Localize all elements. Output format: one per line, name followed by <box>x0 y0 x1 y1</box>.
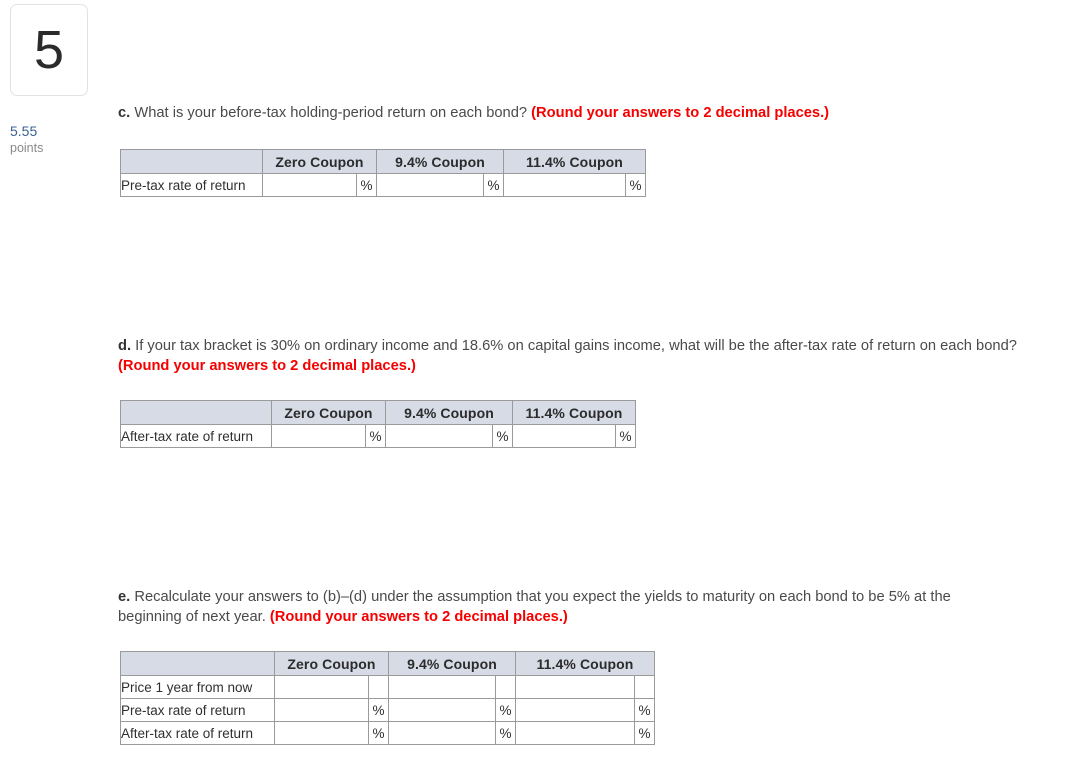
part-d-table: Zero Coupon 9.4% Coupon 11.4% Coupon Aft… <box>120 400 636 448</box>
part-d-table-wrap: Zero Coupon 9.4% Coupon 11.4% Coupon Aft… <box>120 400 636 448</box>
column-header-11-4-coupon: 11.4% Coupon <box>515 651 655 676</box>
table-row: Price 1 year from now <box>120 675 655 699</box>
part-e-round-note: (Round your answers to 2 decimal places.… <box>269 608 568 625</box>
percent-suffix-11-4-coupon: % <box>634 721 655 745</box>
row-label-after-tax-rate-of-return: After-tax rate of return <box>120 721 275 745</box>
part-d-round-note: (Round your answers to 2 decimal places.… <box>118 357 416 374</box>
input-cell-zero-coupon[interactable] <box>262 173 357 197</box>
part-c-letter: c. <box>118 105 131 121</box>
table-row: After-tax rate of return % % % <box>120 424 636 448</box>
column-header-11-4-coupon: 11.4% Coupon <box>503 149 646 174</box>
column-header-9-4-coupon: 9.4% Coupon <box>376 149 504 174</box>
input-cell-11-4-coupon[interactable] <box>515 675 635 699</box>
column-header-zero-coupon: Zero Coupon <box>271 400 386 425</box>
part-e-prompt: e. Recalculate your answers to (b)–(d) u… <box>118 588 1018 627</box>
column-header-11-4-coupon: 11.4% Coupon <box>512 400 636 425</box>
percent-suffix-zero-coupon: % <box>368 721 389 745</box>
suffix-cell-zero-coupon <box>368 675 389 699</box>
column-header-zero-coupon: Zero Coupon <box>262 149 377 174</box>
table-row: After-tax rate of return % % % <box>120 721 655 745</box>
input-cell-zero-coupon[interactable] <box>271 424 366 448</box>
table-header-row: Zero Coupon 9.4% Coupon 11.4% Coupon <box>120 149 646 174</box>
part-c: c. What is your before-tax holding-perio… <box>118 104 1038 124</box>
table-corner-header <box>120 651 275 676</box>
part-d-text: If your tax bracket is 30% on ordinary i… <box>135 338 1017 354</box>
input-cell-11-4-coupon[interactable] <box>515 698 635 722</box>
percent-suffix-zero-coupon: % <box>365 424 386 448</box>
part-c-round-note: (Round your answers to 2 decimal places.… <box>531 105 830 121</box>
input-cell-zero-coupon[interactable] <box>274 675 369 699</box>
row-label-price-1-year-from-now: Price 1 year from now <box>120 675 275 699</box>
part-d-prompt: d. If your tax bracket is 30% on ordinar… <box>118 337 1030 376</box>
part-e-letter: e. <box>118 589 131 605</box>
table-row: Pre-tax rate of return % % % <box>120 173 646 197</box>
percent-suffix-zero-coupon: % <box>368 698 389 722</box>
part-c-prompt: c. What is your before-tax holding-perio… <box>118 104 1038 124</box>
input-cell-9-4-coupon[interactable] <box>388 675 496 699</box>
input-cell-11-4-coupon[interactable] <box>503 173 626 197</box>
input-cell-9-4-coupon[interactable] <box>376 173 484 197</box>
part-c-text: What is your before-tax holding-period r… <box>134 105 528 121</box>
part-d-letter: d. <box>118 338 132 354</box>
input-cell-11-4-coupon[interactable] <box>515 721 635 745</box>
row-label-pre-tax-rate-of-return: Pre-tax rate of return <box>120 173 263 197</box>
suffix-cell-11-4-coupon <box>634 675 655 699</box>
percent-suffix-11-4-coupon: % <box>634 698 655 722</box>
part-e-table-wrap: Zero Coupon 9.4% Coupon 11.4% Coupon Pri… <box>120 651 655 745</box>
table-header-row: Zero Coupon 9.4% Coupon 11.4% Coupon <box>120 651 655 676</box>
row-label-after-tax-rate-of-return: After-tax rate of return <box>120 424 272 448</box>
table-corner-header <box>120 149 263 174</box>
percent-suffix-11-4-coupon: % <box>615 424 636 448</box>
percent-suffix-9-4-coupon: % <box>492 424 513 448</box>
input-cell-zero-coupon[interactable] <box>274 721 369 745</box>
column-header-9-4-coupon: 9.4% Coupon <box>388 651 516 676</box>
input-cell-9-4-coupon[interactable] <box>388 721 496 745</box>
input-cell-zero-coupon[interactable] <box>274 698 369 722</box>
suffix-cell-9-4-coupon <box>495 675 516 699</box>
column-header-zero-coupon: Zero Coupon <box>274 651 389 676</box>
question-content: c. What is your before-tax holding-perio… <box>0 0 1074 765</box>
percent-suffix-9-4-coupon: % <box>483 173 504 197</box>
column-header-9-4-coupon: 9.4% Coupon <box>385 400 513 425</box>
percent-suffix-9-4-coupon: % <box>495 698 516 722</box>
row-label-pre-tax-rate-of-return: Pre-tax rate of return <box>120 698 275 722</box>
input-cell-9-4-coupon[interactable] <box>385 424 493 448</box>
percent-suffix-zero-coupon: % <box>356 173 377 197</box>
table-header-row: Zero Coupon 9.4% Coupon 11.4% Coupon <box>120 400 636 425</box>
table-row: Pre-tax rate of return % % % <box>120 698 655 722</box>
part-e-table: Zero Coupon 9.4% Coupon 11.4% Coupon Pri… <box>120 651 655 745</box>
percent-suffix-11-4-coupon: % <box>625 173 646 197</box>
input-cell-9-4-coupon[interactable] <box>388 698 496 722</box>
percent-suffix-9-4-coupon: % <box>495 721 516 745</box>
part-d: d. If your tax bracket is 30% on ordinar… <box>118 337 1030 376</box>
input-cell-11-4-coupon[interactable] <box>512 424 616 448</box>
table-corner-header <box>120 400 272 425</box>
part-c-table: Zero Coupon 9.4% Coupon 11.4% Coupon Pre… <box>120 149 646 197</box>
part-e: e. Recalculate your answers to (b)–(d) u… <box>118 588 1018 627</box>
part-c-table-wrap: Zero Coupon 9.4% Coupon 11.4% Coupon Pre… <box>120 149 646 197</box>
